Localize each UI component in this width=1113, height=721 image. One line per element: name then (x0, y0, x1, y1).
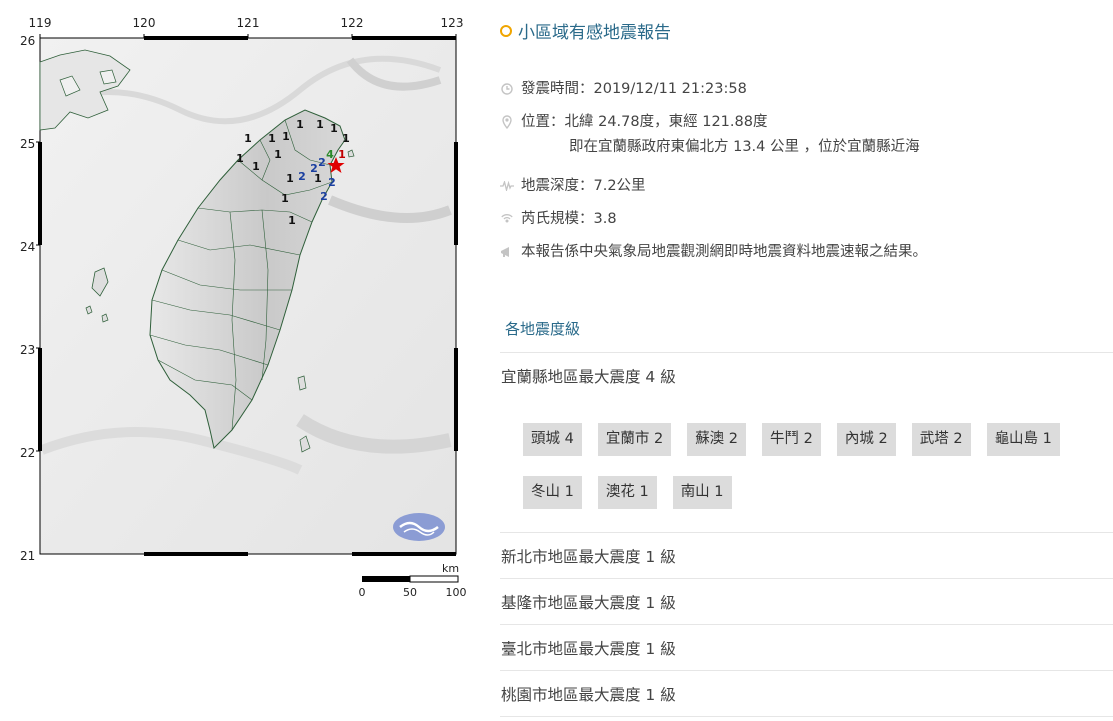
scale-label: 100 (446, 586, 467, 599)
station-tag: 龜山島 1 (986, 423, 1060, 456)
earthquake-report: 小區域有感地震報告 發震時間：2019/12/11 21:23:58 位置：北緯… (500, 0, 1113, 717)
station-tag: 內城 2 (836, 423, 896, 456)
lon-tick-label: 123 (441, 16, 464, 30)
circle-bullet-icon (500, 24, 512, 37)
lon-tick-label: 119 (29, 16, 52, 30)
report-info: 發震時間：2019/12/11 21:23:58 位置：北緯 24.78度，東經… (500, 78, 1113, 274)
note-row: 本報告係中央氣象局地震觀測網即時地震資料地震速報之結果。 (500, 241, 1113, 274)
lat-tick-label: 26 (20, 34, 35, 48)
lat-axis: 26 25 24 23 22 21 (20, 34, 40, 563)
intensity-mark: 2 (328, 176, 336, 189)
frame-bar (38, 142, 42, 245)
signal-rings-icon (500, 208, 514, 230)
lat-tick-label: 23 (20, 343, 35, 357)
area-row: 臺北市地區最大震度 1 級 (500, 624, 1113, 670)
area-max-intensity: 新北市地區最大震度 1 級 (501, 548, 676, 566)
frame-bar (454, 142, 458, 245)
lon-axis: 119 120 121 122 123 (29, 16, 464, 38)
scale-label: 0 (359, 586, 366, 599)
station-tag: 頭城 4 (523, 423, 582, 456)
station-tag: 南山 1 (672, 476, 732, 509)
frame-bar (352, 36, 456, 40)
intensity-mark: 1 (274, 148, 282, 161)
intensity-mark: 2 (320, 190, 328, 203)
lon-tick-label: 121 (237, 16, 260, 30)
intensity-mark: 2 (298, 170, 306, 183)
seismic-wave-icon (500, 175, 514, 197)
area-row: 基隆市地區最大震度 1 級 (500, 578, 1113, 624)
intensity-section-title: 各地震度級 (505, 320, 581, 338)
intensity-mark: 1 (296, 118, 304, 131)
intensity-mark: 4 (326, 148, 334, 161)
intensity-mark: 2 (310, 162, 318, 175)
station-tag: 牛鬥 2 (762, 423, 821, 456)
station-tag: 澳花 1 (597, 476, 657, 509)
magnitude-row: 芮氏規模：3.8 (500, 208, 1113, 241)
area-max-intensity: 臺北市地區最大震度 1 級 (501, 640, 676, 658)
location-row: 位置：北緯 24.78度，東經 121.88度 即在宜蘭縣政府東偏北方 13.4… (500, 111, 1113, 175)
lat-tick-label: 21 (20, 549, 35, 563)
frame-bar (38, 348, 42, 451)
scale-label: 50 (403, 586, 417, 599)
frame-bar (144, 552, 248, 556)
scale-unit: km (442, 562, 459, 575)
intensity-mark: 1 (316, 118, 324, 131)
intensity-mark: 1 (236, 152, 244, 165)
intensity-mark: 1 (252, 160, 260, 173)
area-max-intensity: 基隆市地區最大震度 1 級 (501, 594, 676, 612)
focal-depth: 地震深度：7.2公里 (521, 178, 646, 194)
intensity-mark: 1 (244, 132, 252, 145)
intensity-mark: 1 (282, 130, 290, 143)
area-row: 新北市地區最大震度 1 級 (500, 532, 1113, 578)
report-header: 小區域有感地震報告 (500, 18, 671, 43)
lon-tick-label: 122 (341, 16, 364, 30)
origin-time: 發震時間：2019/12/11 21:23:58 (521, 81, 747, 97)
area-row: 宜蘭縣地區最大震度 4 級 (500, 352, 1113, 400)
location-description: 即在宜蘭縣政府東偏北方 13.4 公里 ，位於宜蘭縣近海 (569, 139, 920, 155)
frame-bar (352, 552, 456, 556)
station-tag: 宜蘭市 2 (597, 423, 672, 456)
map-pin-icon (500, 111, 514, 133)
earthquake-map: 119 120 121 122 123 26 25 24 23 22 21 11… (0, 0, 480, 717)
intensity-mark: 1 (338, 148, 346, 161)
clock-icon (500, 78, 514, 100)
intensity-mark: 1 (286, 172, 294, 185)
report-title: 小區域有感地震報告 (518, 23, 671, 43)
area-row: 桃園市地區最大震度 1 級 (500, 670, 1113, 717)
lon-tick-label: 120 (133, 16, 156, 30)
intensity-mark: 1 (288, 214, 296, 227)
area-max-intensity: 宜蘭縣地區最大震度 4 級 (501, 368, 676, 386)
frame-bar (144, 36, 248, 40)
scale-bar: km 0 50 100 (359, 562, 467, 599)
origin-time-row: 發震時間：2019/12/11 21:23:58 (500, 78, 1113, 111)
station-tag: 蘇澳 2 (687, 423, 747, 456)
depth-row: 地震深度：7.2公里 (500, 175, 1113, 208)
intensity-mark: 1 (268, 132, 276, 145)
station-list: 頭城 4 宜蘭市 2 蘇澳 2 牛鬥 2 內城 2 武塔 2 龜山島 1 冬山 … (523, 423, 1113, 529)
intensity-mark: 1 (342, 132, 350, 145)
map-svg: 119 120 121 122 123 26 25 24 23 22 21 11… (20, 16, 467, 599)
intensity-mark: 2 (318, 156, 326, 169)
station-tag: 武塔 2 (911, 423, 971, 456)
station-tag: 冬山 1 (523, 476, 582, 509)
megaphone-icon (500, 241, 514, 263)
report-note: 本報告係中央氣象局地震觀測網即時地震資料地震速報之結果。 (521, 244, 927, 260)
cwb-logo (393, 513, 445, 541)
lat-tick-label: 22 (20, 446, 35, 460)
magnitude: 芮氏規模：3.8 (521, 211, 617, 227)
lat-tick-label: 25 (20, 137, 35, 151)
frame-bar (454, 348, 458, 451)
lat-tick-label: 24 (20, 240, 35, 254)
area-max-intensity: 桃園市地區最大震度 1 級 (501, 686, 676, 704)
intensity-mark: 1 (281, 192, 289, 205)
intensity-mark: 1 (330, 122, 338, 135)
location-coordinates: 位置：北緯 24.78度，東經 121.88度 (521, 114, 768, 130)
